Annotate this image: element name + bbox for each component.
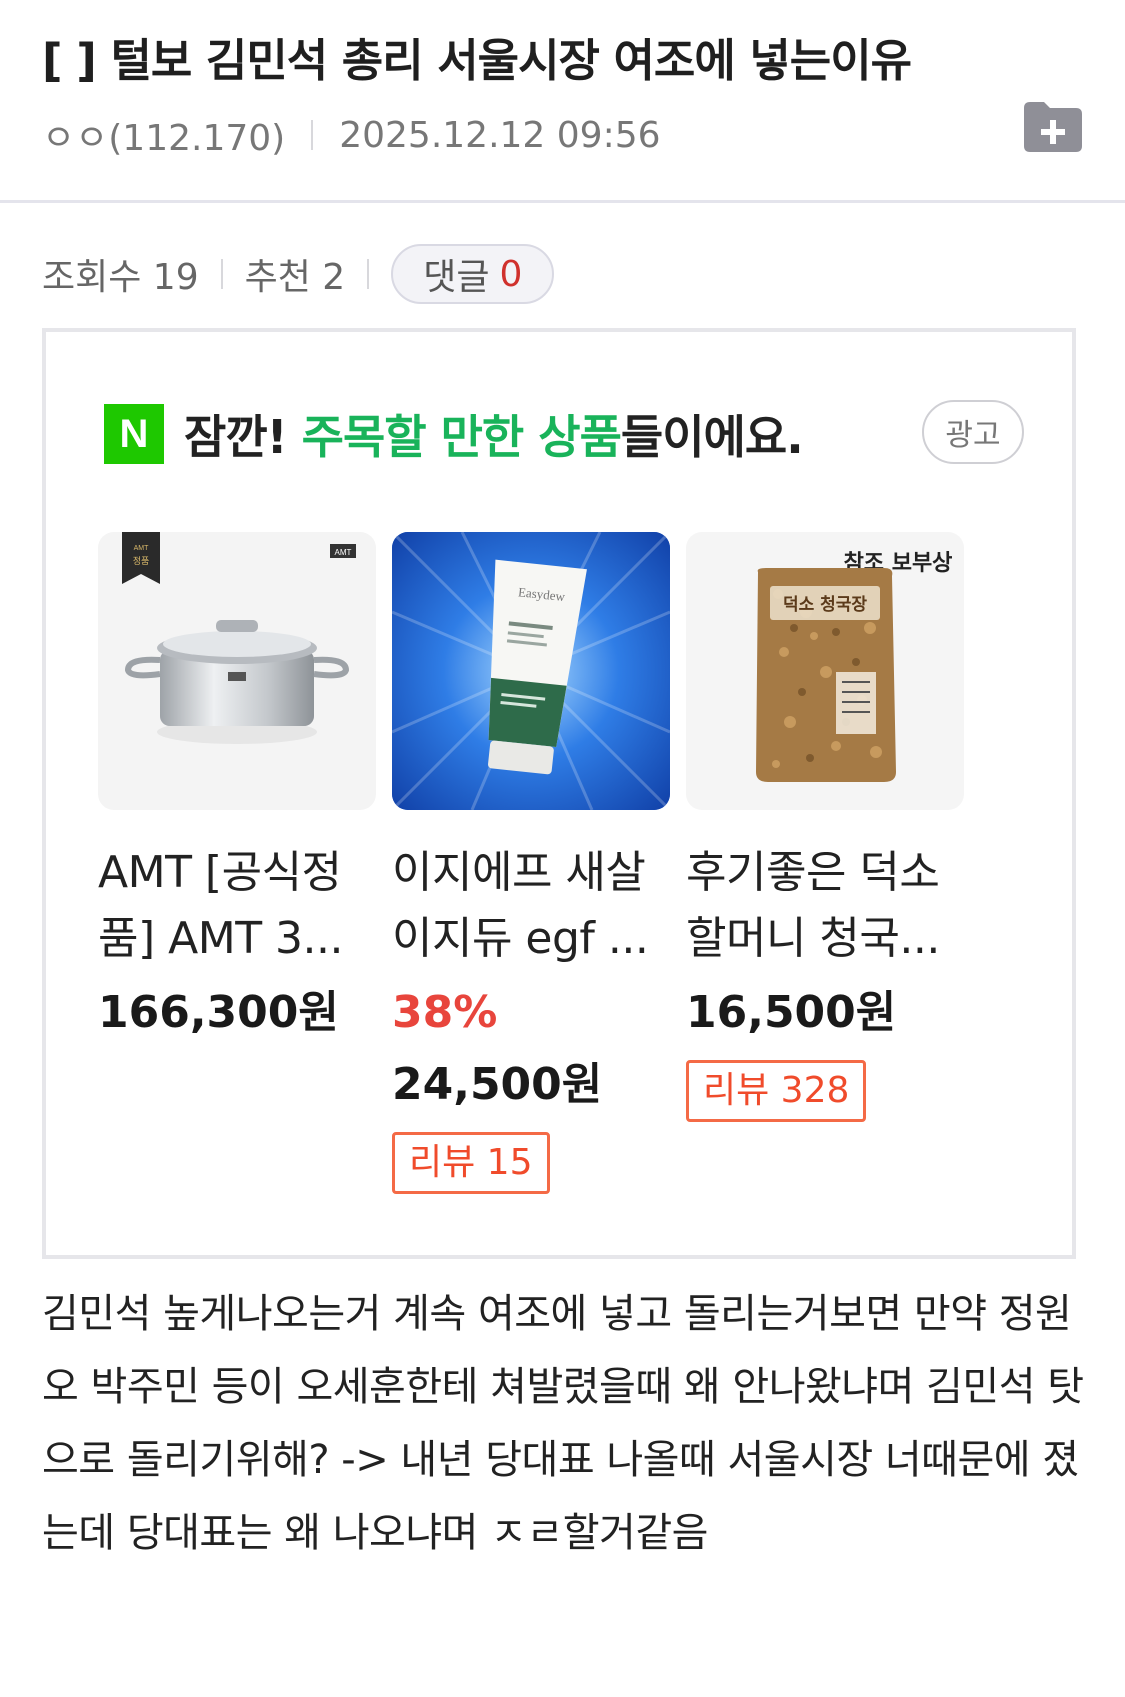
- folder-add-icon[interactable]: [1022, 98, 1084, 154]
- comment-label: 댓글: [423, 257, 490, 298]
- comment-count: 0: [499, 253, 523, 295]
- author-name[interactable]: ㅇㅇ(112.170): [42, 109, 285, 161]
- pot-tag-text-2: 정품: [133, 556, 150, 567]
- pot-brand-mark: AMT: [335, 548, 352, 557]
- bag-label: 덕소 청국장: [783, 594, 867, 615]
- post-meta: ㅇㅇ(112.170) 2025.12.12 09:56: [42, 110, 661, 160]
- product-ad-box: N 잠깐! 주목할 만한 상품들이에요. 광고 AMT 정품 AMT AMT […: [42, 328, 1076, 1259]
- post-datetime: 2025.12.12 09:56: [339, 114, 661, 156]
- product-card-3[interactable]: 참조 보부상 덕소 청국장 후기좋은 덕소 할머니 청국... 16,500원 …: [686, 532, 964, 1122]
- ad-header: N 잠깐! 주목할 만한 상품들이에요.: [104, 401, 804, 467]
- post-title: [ ] 털보 김민석 총리 서울시장 여조에 넣는이유: [42, 34, 912, 87]
- product-price: 16,500원: [686, 987, 897, 1038]
- product-price: 166,300원: [98, 987, 339, 1038]
- product-image-cream[interactable]: Easydew: [392, 532, 670, 810]
- product-name[interactable]: AMT [공식정품] AMT 3...: [98, 840, 376, 972]
- header-divider: [0, 200, 1125, 203]
- divider: [367, 259, 370, 289]
- pot-tag-text-1: AMT: [134, 545, 150, 552]
- post-body: 김민석 높게나오는거 계속 여조에 넣고 돌리는거보면 만약 정원오 박주민 등…: [42, 1291, 1084, 1556]
- divider: [220, 259, 223, 289]
- post-stats: 조회수 19 추천 2 댓글 0: [42, 244, 555, 304]
- ad-title: 잠깐! 주목할 만한 상품들이에요.: [184, 401, 804, 467]
- recommend-count: 추천 2: [244, 257, 346, 298]
- ad-title-highlight: 주목할 만한 상품: [301, 410, 622, 464]
- divider: [311, 120, 314, 150]
- review-badge[interactable]: 리뷰 15: [392, 1132, 550, 1194]
- ad-badge[interactable]: 광고: [922, 400, 1024, 464]
- naver-logo-icon: N: [104, 404, 164, 464]
- product-image-pot[interactable]: AMT 정품 AMT: [98, 532, 376, 810]
- product-image-cheonggukjang[interactable]: 참조 보부상 덕소 청국장: [686, 532, 964, 810]
- product-price: 24,500원: [392, 1059, 603, 1110]
- product-name[interactable]: 후기좋은 덕소 할머니 청국...: [686, 840, 964, 972]
- ad-title-suffix: 들이에요.: [620, 410, 804, 464]
- view-count: 조회수 19: [42, 257, 199, 298]
- comment-button[interactable]: 댓글 0: [391, 244, 555, 304]
- ad-title-prefix: 잠깐!: [184, 410, 302, 464]
- review-badge[interactable]: 리뷰 328: [686, 1060, 867, 1122]
- product-name[interactable]: 이지에프 새살 이지듀 egf ...: [392, 840, 670, 972]
- product-card-1[interactable]: AMT 정품 AMT AMT [공식정품] AMT 3... 166,300원: [98, 532, 376, 1044]
- product-discount: 38%: [392, 987, 498, 1038]
- product-card-2[interactable]: Easydew 이지에프 새살 이지듀 egf ... 38% 24,500원 …: [392, 532, 670, 1194]
